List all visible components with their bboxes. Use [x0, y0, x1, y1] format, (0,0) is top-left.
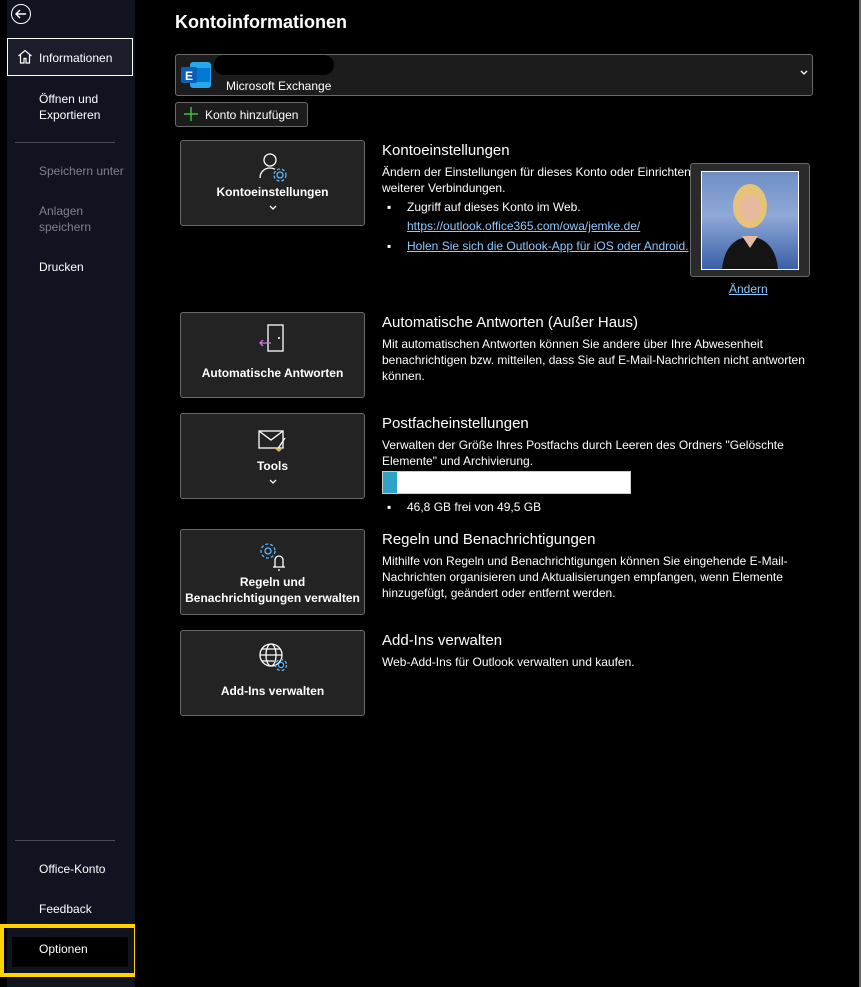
- nav-anlagen-speichern: Anlagen speichern: [7, 203, 135, 237]
- user-settings-icon: [258, 153, 287, 182]
- nav-anlagen-label-1: Anlagen: [39, 204, 84, 218]
- nav-oeffnen-exportieren[interactable]: Öffnen und Exportieren: [7, 91, 135, 125]
- auto-desc-1: Mit automatischen Antworten können Sie a…: [382, 337, 763, 351]
- rules-label-2: Benachrichtigungen verwalten: [185, 591, 360, 605]
- sidebar-divider: [15, 142, 115, 143]
- globe-gear-icon: [258, 643, 287, 672]
- account-settings-label: Kontoeinstellungen: [216, 185, 329, 199]
- window-edge: [0, 0, 7, 987]
- nav-optionen-label: Optionen: [39, 942, 88, 956]
- chevron-down-icon: [181, 477, 364, 487]
- regeln-desc-1: Mithilfe von Regeln und Benachrichtigung…: [382, 554, 788, 568]
- nav-oeffnen-label-2: Exportieren: [39, 108, 101, 122]
- outlook-app-link[interactable]: Holen Sie sich die Outlook-App für iOS o…: [407, 238, 688, 254]
- add-account-button[interactable]: Konto hinzufügen: [175, 102, 308, 127]
- rules-alerts-button[interactable]: Regeln und Benachrichtigungen verwalten: [180, 529, 365, 615]
- auto-replies-button[interactable]: Automatische Antworten: [180, 312, 365, 398]
- chevron-down-icon: [181, 203, 364, 213]
- nav-office-konto[interactable]: Office-Konto: [7, 861, 135, 879]
- mailbox-usage-fill: [383, 472, 397, 493]
- postfach-desc-1: Verwalten der Größe Ihres Postfachs durc…: [382, 438, 784, 452]
- regeln-desc-2: Nachrichten organisieren und Aktualisier…: [382, 570, 783, 584]
- main-content: Kontoinformationen E Microsoft Exchange …: [135, 0, 861, 987]
- rules-label-1: Regeln und: [239, 575, 306, 589]
- auto-replies-label: Automatische Antworten: [201, 366, 344, 380]
- nav-anlagen-label-2: speichern: [39, 220, 92, 234]
- section-title-regeln: Regeln und Benachrichtigungen: [382, 531, 596, 548]
- nav-drucken-label: Drucken: [39, 260, 84, 274]
- postfach-desc-2: Elemente" und Archivierung.: [382, 454, 534, 468]
- bullet-icon: ▪: [387, 500, 392, 514]
- nav-informationen[interactable]: Informationen: [7, 38, 133, 76]
- chevron-down-icon: [800, 67, 808, 79]
- konto-desc-1: Ändern der Einstellungen für dieses Kont…: [382, 165, 691, 179]
- nav-drucken[interactable]: Drucken: [7, 259, 135, 277]
- bullet-icon: ▪: [387, 200, 392, 214]
- change-photo-link[interactable]: Ändern: [729, 282, 768, 296]
- home-icon: [18, 49, 32, 64]
- auto-desc-2: benachrichtigen bzw. mitteilen, dass Sie…: [382, 353, 805, 367]
- storage-text: 46,8 GB frei von 49,5 GB: [407, 500, 542, 514]
- mail-broom-icon: [257, 430, 286, 452]
- plus-icon: [184, 107, 198, 121]
- account-settings-button[interactable]: Kontoeinstellungen: [180, 140, 365, 226]
- nav-speichern-unter: Speichern unter: [7, 163, 135, 181]
- section-title-postfach: Postfacheinstellungen: [382, 415, 529, 432]
- backstage-sidebar: Informationen Öffnen und Exportieren Spe…: [7, 0, 135, 987]
- gear-bell-icon: [259, 543, 285, 571]
- profile-photo-frame: [690, 163, 810, 277]
- sidebar-divider-bottom: [15, 840, 115, 841]
- konto-bullet-1: Zugriff auf dieses Konto im Web.: [407, 200, 581, 214]
- arrow-left-icon: [15, 9, 26, 19]
- nav-speichern-label: Speichern unter: [39, 164, 124, 178]
- nav-feedback-label: Feedback: [39, 902, 92, 916]
- tools-button[interactable]: Tools: [180, 413, 365, 499]
- addins-label: Add-Ins verwalten: [220, 684, 325, 698]
- profile-photo: [701, 171, 799, 270]
- regeln-desc-3: hinzugefügt, geändert oder entfernt werd…: [382, 586, 616, 600]
- nav-oeffnen-label-1: Öffnen und: [39, 92, 99, 106]
- nav-feedback[interactable]: Feedback: [7, 901, 135, 919]
- addins-desc-1: Web-Add-Ins für Outlook verwalten und ka…: [382, 655, 635, 669]
- person-silhouette-icon: [722, 184, 778, 269]
- section-title-auto: Automatische Antworten (Außer Haus): [382, 314, 638, 331]
- addins-button[interactable]: Add-Ins verwalten: [180, 630, 365, 716]
- bullet-icon: ▪: [387, 239, 392, 253]
- exchange-letter: E: [185, 69, 193, 83]
- nav-optionen[interactable]: Optionen: [7, 941, 135, 959]
- auto-desc-3: können.: [382, 369, 425, 383]
- back-button[interactable]: [11, 4, 31, 24]
- nav-informationen-label: Informationen: [39, 51, 113, 65]
- tools-label: Tools: [256, 459, 289, 473]
- page-title: Kontoinformationen: [175, 12, 347, 32]
- door-arrow-icon: [258, 324, 284, 352]
- add-account-label: Konto hinzufügen: [205, 108, 299, 122]
- nav-office-konto-label: Office-Konto: [39, 862, 106, 876]
- konto-desc-2: weiterer Verbindungen.: [382, 181, 506, 195]
- exchange-icon: E: [181, 62, 211, 88]
- section-title-addins: Add-Ins verwalten: [382, 632, 503, 649]
- owa-link[interactable]: https://outlook.office365.com/owa/jemke.…: [407, 218, 640, 234]
- mailbox-usage-bar: [382, 471, 631, 494]
- account-dropdown[interactable]: E Microsoft Exchange: [175, 54, 813, 96]
- account-name-redacted: [214, 55, 334, 75]
- account-type: Microsoft Exchange: [226, 79, 332, 93]
- section-title-konto: Kontoeinstellungen: [382, 142, 510, 159]
